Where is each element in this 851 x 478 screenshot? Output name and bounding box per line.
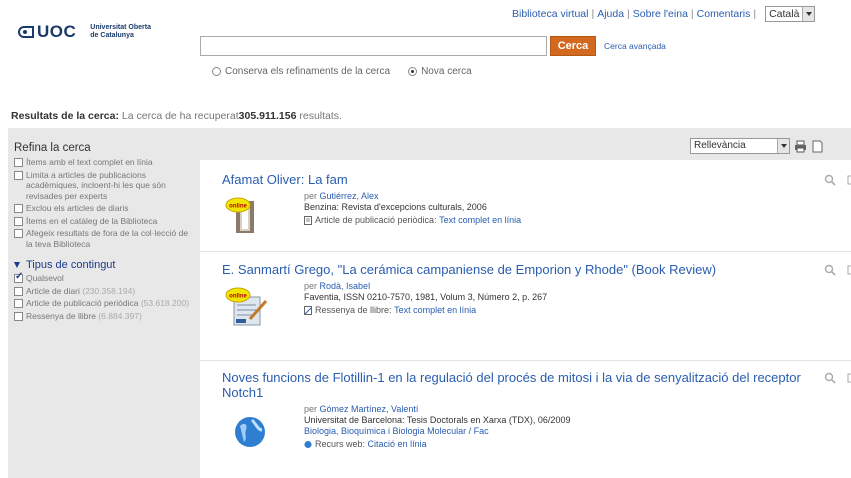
logo-text: UOC: [37, 22, 77, 41]
checkbox[interactable]: [14, 204, 23, 213]
filter-scholarly[interactable]: Limita a articles de publicacions acadèm…: [14, 170, 190, 202]
facet-item-book-review[interactable]: Ressenya de llibre (6.884.397): [14, 311, 190, 322]
result-title[interactable]: E. Sanmartí Grego, "La cerámica campanie…: [222, 262, 716, 277]
checkbox[interactable]: [14, 216, 23, 226]
search-input[interactable]: [200, 36, 547, 56]
author-link[interactable]: Rodà, Isabel: [320, 281, 371, 291]
link-comentaris[interactable]: Comentaris: [697, 8, 751, 20]
advanced-search-link[interactable]: Cerca avançada: [604, 41, 666, 51]
link-biblioteca-virtual[interactable]: Biblioteca virtual: [512, 8, 588, 20]
result-count: 305.911.156: [238, 110, 297, 122]
radio-new-label[interactable]: Nova cerca: [421, 66, 472, 77]
save-item-icon[interactable]: [846, 372, 851, 384]
facet-item-journal-article[interactable]: Article de publicació periòdica (53.618.…: [14, 298, 190, 309]
result-item: Afamat Oliver: La fam online per Gutiérr…: [222, 172, 851, 241]
chevron-down-icon: [777, 139, 789, 153]
magnifier-icon[interactable]: [824, 174, 836, 186]
result-title[interactable]: Afamat Oliver: La fam: [222, 172, 348, 187]
radio-new-search[interactable]: [408, 67, 418, 76]
magnifier-icon[interactable]: [824, 372, 836, 384]
result-item: E. Sanmartí Grego, "La cerámica campanie…: [222, 262, 851, 331]
source: Universitat de Barcelona: Tesis Doctoral…: [304, 415, 571, 425]
logo-subtitle: Universitat Oberta de Catalunya: [90, 24, 151, 39]
sort-select[interactable]: Rellevància: [690, 138, 790, 154]
language-select[interactable]: Català: [765, 6, 816, 22]
filter-full-text[interactable]: Ítems amb el text complet en línia: [14, 157, 190, 168]
filter-library-catalog[interactable]: Ítems en el catàleg de la Biblioteca: [14, 216, 190, 227]
checkbox[interactable]: [14, 311, 23, 321]
link-sobre-eina[interactable]: Sobre l'eina: [633, 8, 688, 20]
sort-toolbar: Rellevància: [690, 138, 824, 154]
chevron-down-icon: [802, 7, 815, 21]
results-list: Afamat Oliver: La fam online per Gutiérr…: [200, 160, 851, 478]
author-link[interactable]: Gómez Martínez, Valentí: [320, 404, 419, 414]
uoc-logo[interactable]: UOC Universitat Oberta de Catalunya: [18, 22, 170, 42]
divider: [200, 360, 851, 361]
author-link[interactable]: Gutiérrez, Alex: [320, 191, 379, 201]
checkbox[interactable]: [14, 299, 23, 308]
uoc-logo-icon: [18, 26, 34, 38]
review-icon: [304, 306, 312, 315]
checkbox[interactable]: [14, 170, 23, 180]
sidebar-title: Refina la cerca: [14, 142, 91, 154]
result-item: Noves funcions de Flotillin-1 en la regu…: [222, 370, 851, 454]
results-summary: Resultats de la cerca: La cerca de ha re…: [11, 110, 342, 122]
radio-keep-refinements[interactable]: [212, 67, 221, 76]
save-item-icon[interactable]: [846, 264, 851, 276]
source: Faventia, ISSN 0210-7570, 1981, Volum 3,…: [304, 292, 548, 302]
save-item-icon[interactable]: [846, 174, 851, 186]
filter-exclude-newspapers[interactable]: Exclou els articles de diaris: [14, 203, 190, 214]
refine-sidebar: Refina la cerca Ítems amb el text comple…: [14, 142, 190, 323]
search-button[interactable]: Cerca: [550, 36, 596, 56]
radio-keep-label[interactable]: Conserva els refinaments de la cerca: [225, 66, 390, 77]
web-resource-thumbnail: [222, 404, 274, 454]
online-badge: online: [229, 204, 247, 210]
source: Benzina: Revista d'excepcions culturals,…: [304, 202, 487, 212]
online-badge: online: [229, 294, 247, 300]
divider: [200, 251, 851, 252]
article-icon: [304, 216, 312, 225]
full-text-link[interactable]: Text complet en línia: [439, 215, 521, 226]
print-icon[interactable]: [794, 140, 807, 153]
globe-icon: [304, 440, 312, 449]
result-title[interactable]: Noves funcions de Flotillin-1 en la regu…: [222, 370, 801, 400]
filter-outside-collection[interactable]: Afegeix resultats de fora de la col·lecc…: [14, 228, 190, 249]
document-icon[interactable]: [811, 140, 824, 153]
facet-content-type[interactable]: Tipus de contingut: [14, 259, 190, 271]
checkbox[interactable]: [14, 229, 23, 238]
link-ajuda[interactable]: Ajuda: [597, 8, 624, 20]
search-mode-radios: Conserva els refinaments de la cerca Nov…: [212, 66, 490, 77]
checkbox-checked[interactable]: [14, 272, 23, 283]
full-text-link[interactable]: Text complet en línia: [394, 305, 476, 316]
online-review-thumbnail: online: [222, 281, 274, 331]
magnifier-icon[interactable]: [824, 264, 836, 276]
checkbox[interactable]: [14, 158, 23, 167]
subject-link[interactable]: Biologia, Bioquímica i Biologia Molecula…: [304, 426, 489, 436]
facet-item-newspaper-article[interactable]: Article de diari (230.358.194): [14, 286, 190, 297]
checkbox[interactable]: [14, 286, 23, 296]
facet-item-qualsevol[interactable]: Qualsevol: [14, 272, 190, 284]
citation-link[interactable]: Citació en línia: [368, 439, 427, 450]
collapse-triangle-icon: [14, 262, 20, 268]
online-article-thumbnail: online: [222, 191, 274, 241]
top-links: Biblioteca virtual | Ajuda | Sobre l'ein…: [512, 6, 816, 22]
